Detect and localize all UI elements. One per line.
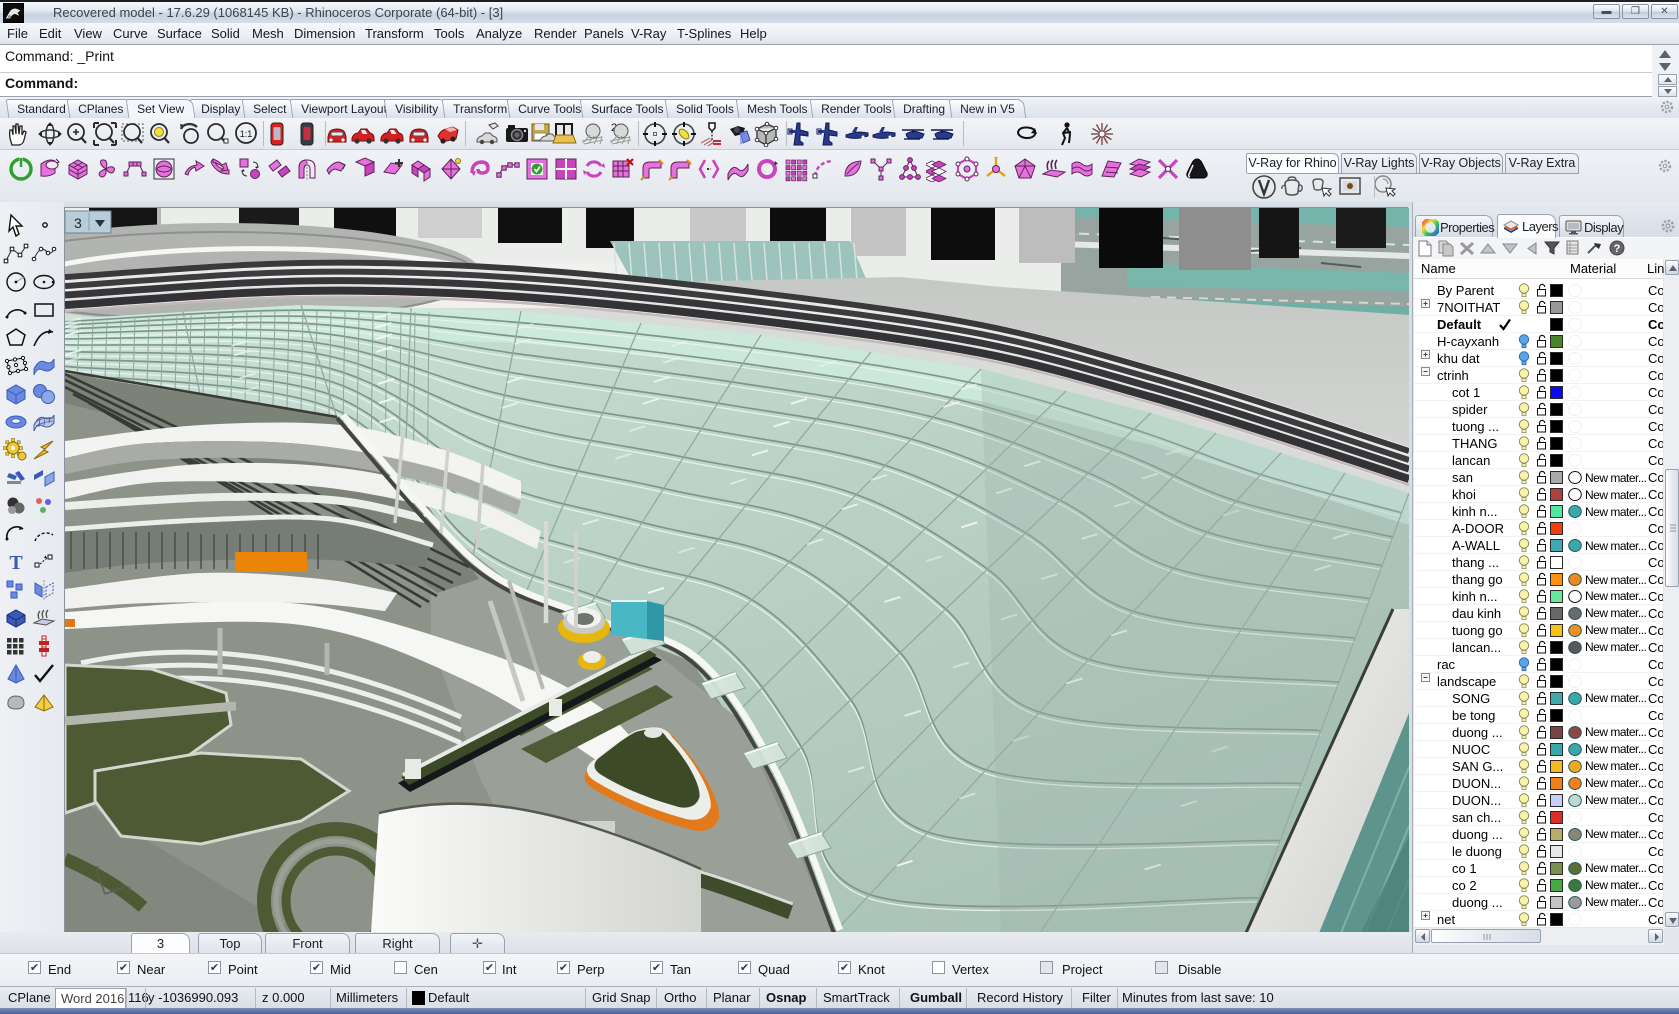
svg-text:?: ? (1614, 243, 1621, 255)
svg-text:T: T (9, 552, 23, 574)
svg-text:3: 3 (74, 215, 82, 231)
svg-text:1:1: 1:1 (240, 129, 253, 139)
svg-text:x: x (127, 883, 132, 893)
svg-text:z: z (95, 863, 100, 873)
